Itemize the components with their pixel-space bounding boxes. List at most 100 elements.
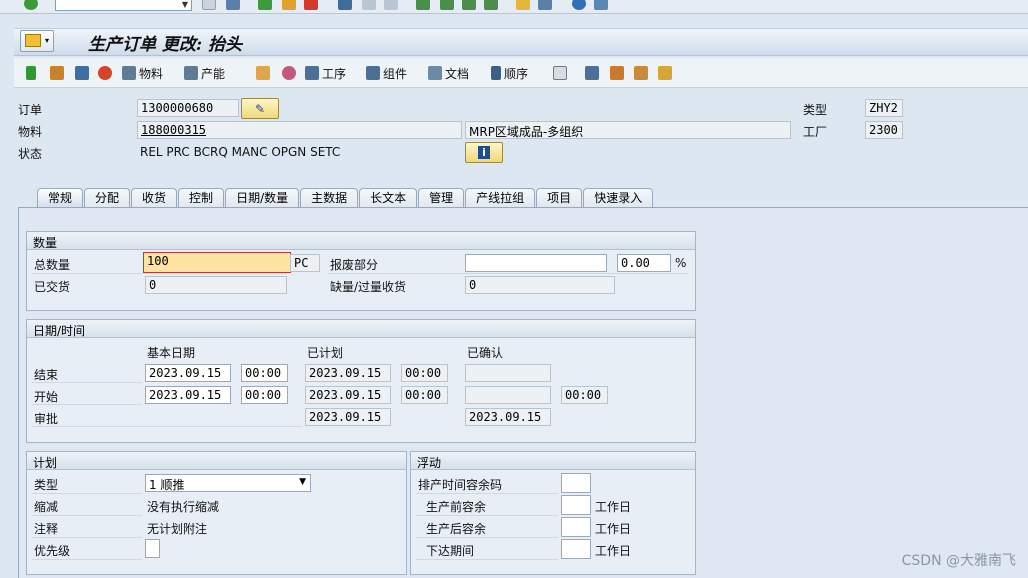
total-quantity-label: 总数量 [34, 258, 71, 272]
tab-quick-entry[interactable]: 快速录入 [583, 188, 654, 208]
print-icon[interactable] [338, 0, 352, 10]
package-button[interactable] [553, 64, 570, 82]
tab-master-data[interactable]: 主数据 [300, 188, 359, 208]
tab-goods-receipt[interactable]: 收货 [131, 188, 178, 208]
cylinder-button[interactable] [282, 64, 299, 82]
end-basic-date-input[interactable]: 2023.09.15 [145, 364, 231, 382]
structure-button[interactable] [634, 64, 651, 82]
tab-strip: 常规 分配 收货 控制 日期/数量 主数据 长文本 管理 产线拉组 项目 快速录… [37, 188, 654, 208]
package-icon [553, 66, 567, 80]
prev-page-icon[interactable] [440, 0, 454, 10]
tab-control[interactable]: 控制 [178, 188, 225, 208]
end-scheduled-time-field: 00:00 [401, 364, 448, 382]
last-page-icon[interactable] [484, 0, 498, 10]
release-period-input[interactable] [561, 539, 591, 559]
back-icon[interactable] [202, 0, 216, 10]
calculate-button[interactable] [75, 64, 92, 82]
tree-button[interactable] [610, 64, 627, 82]
table-button[interactable] [658, 64, 675, 82]
end-basic-time-input[interactable]: 00:00 [241, 364, 288, 382]
type-field[interactable]: ZHY2 [865, 99, 903, 117]
float-after-input[interactable] [561, 517, 591, 537]
note-label: 注释 [34, 522, 59, 536]
float-key-input[interactable] [561, 473, 591, 493]
start-basic-time-input[interactable]: 00:00 [241, 386, 288, 404]
menu-button[interactable]: ▾ [20, 30, 54, 52]
float-before-label: 生产前容余 [426, 500, 487, 514]
release-period-label: 下达期间 [426, 544, 475, 558]
hierarchy-button[interactable] [256, 64, 273, 82]
total-quantity-input[interactable]: 100 [143, 252, 291, 273]
tab-general[interactable]: 常规 [37, 188, 84, 208]
component-button-label: 组件 [383, 66, 408, 81]
float-before-input[interactable] [561, 495, 591, 515]
help-icon[interactable] [572, 0, 586, 10]
structure-icon [634, 66, 648, 80]
system-toolbar: ▼ [0, 0, 1028, 14]
reduction-label: 缩减 [34, 500, 59, 514]
tab-items[interactable]: 项目 [536, 188, 583, 208]
status-label: 状态 [18, 147, 43, 161]
unit-field[interactable]: PC [290, 254, 320, 272]
customize-icon[interactable] [594, 0, 608, 10]
start-basic-date-input[interactable]: 2023.09.15 [145, 386, 231, 404]
tab-long-text[interactable]: 长文本 [359, 188, 418, 208]
tab-administration[interactable]: 管理 [418, 188, 465, 208]
table-icon [658, 66, 672, 80]
save-icon[interactable] [226, 0, 240, 10]
scheduling-type-select[interactable]: 1 顺推 ▼ [145, 474, 311, 492]
material-button[interactable]: 物料 [122, 64, 163, 82]
start-confirmed-time-field: 00:00 [561, 386, 608, 404]
plant-field[interactable]: 2300 [865, 121, 903, 139]
find-icon[interactable] [362, 0, 376, 10]
priority-checkbox[interactable] [145, 539, 160, 558]
document-button[interactable]: 文档 [428, 64, 469, 82]
calculator-icon [75, 66, 89, 80]
cancel-icon[interactable] [304, 0, 318, 10]
first-page-icon[interactable] [416, 0, 430, 10]
capacity-button[interactable]: 产能 [184, 64, 225, 82]
new-session-icon[interactable] [516, 0, 530, 10]
costs-button[interactable] [98, 64, 115, 82]
float-group-header: 浮动 [411, 452, 695, 470]
enter-icon[interactable] [24, 0, 38, 10]
scheduling-group-header: 计划 [27, 452, 406, 470]
material-field[interactable]: 188000315 [137, 121, 462, 139]
operation-button[interactable]: 工序 [305, 64, 346, 82]
check-button[interactable] [50, 64, 67, 82]
command-field[interactable]: ▼ [55, 0, 192, 11]
back-green-icon[interactable] [258, 0, 272, 10]
basic-dates-header: 基本日期 [147, 346, 196, 360]
shortcut-icon[interactable] [538, 0, 552, 10]
short-excess-field: 0 [465, 276, 615, 294]
order-field[interactable]: 1300000680 [137, 99, 239, 117]
scrap-input[interactable] [465, 254, 607, 272]
flag-button[interactable] [26, 64, 39, 82]
exit-icon[interactable] [282, 0, 296, 10]
next-page-icon[interactable] [462, 0, 476, 10]
chevron-down-icon[interactable]: ▼ [299, 477, 306, 487]
tab-assignment[interactable]: 分配 [84, 188, 131, 208]
document-icon [428, 66, 442, 80]
material-button-label: 物料 [139, 66, 164, 81]
edit-button[interactable]: ✎ [241, 98, 279, 119]
status-info-button[interactable]: i [465, 142, 503, 163]
menu-icon [25, 34, 41, 47]
release-scheduled-date-field: 2023.09.15 [305, 408, 391, 426]
document-button-label: 文档 [445, 66, 470, 81]
scheduling-type-value: 1 顺推 [149, 478, 185, 492]
quantity-group-header: 数量 [27, 232, 695, 250]
chevron-down-icon[interactable]: ▼ [182, 0, 188, 9]
check-icon [50, 66, 64, 80]
find-next-icon[interactable] [384, 0, 398, 10]
start-scheduled-date-field: 2023.09.15 [305, 386, 391, 404]
grid-button[interactable] [585, 64, 602, 82]
reduction-value: 没有执行缩减 [147, 500, 220, 514]
component-button[interactable]: 组件 [366, 64, 407, 82]
tab-dates-quantities[interactable]: 日期/数量 [225, 188, 300, 208]
tab-line-pull[interactable]: 产线拉组 [465, 188, 536, 208]
database-icon [282, 66, 296, 80]
scheduled-header: 已计划 [307, 346, 344, 360]
sequence-button[interactable]: 顺序 [491, 64, 528, 82]
scrap-percent-input[interactable]: 0.00 [617, 254, 671, 272]
